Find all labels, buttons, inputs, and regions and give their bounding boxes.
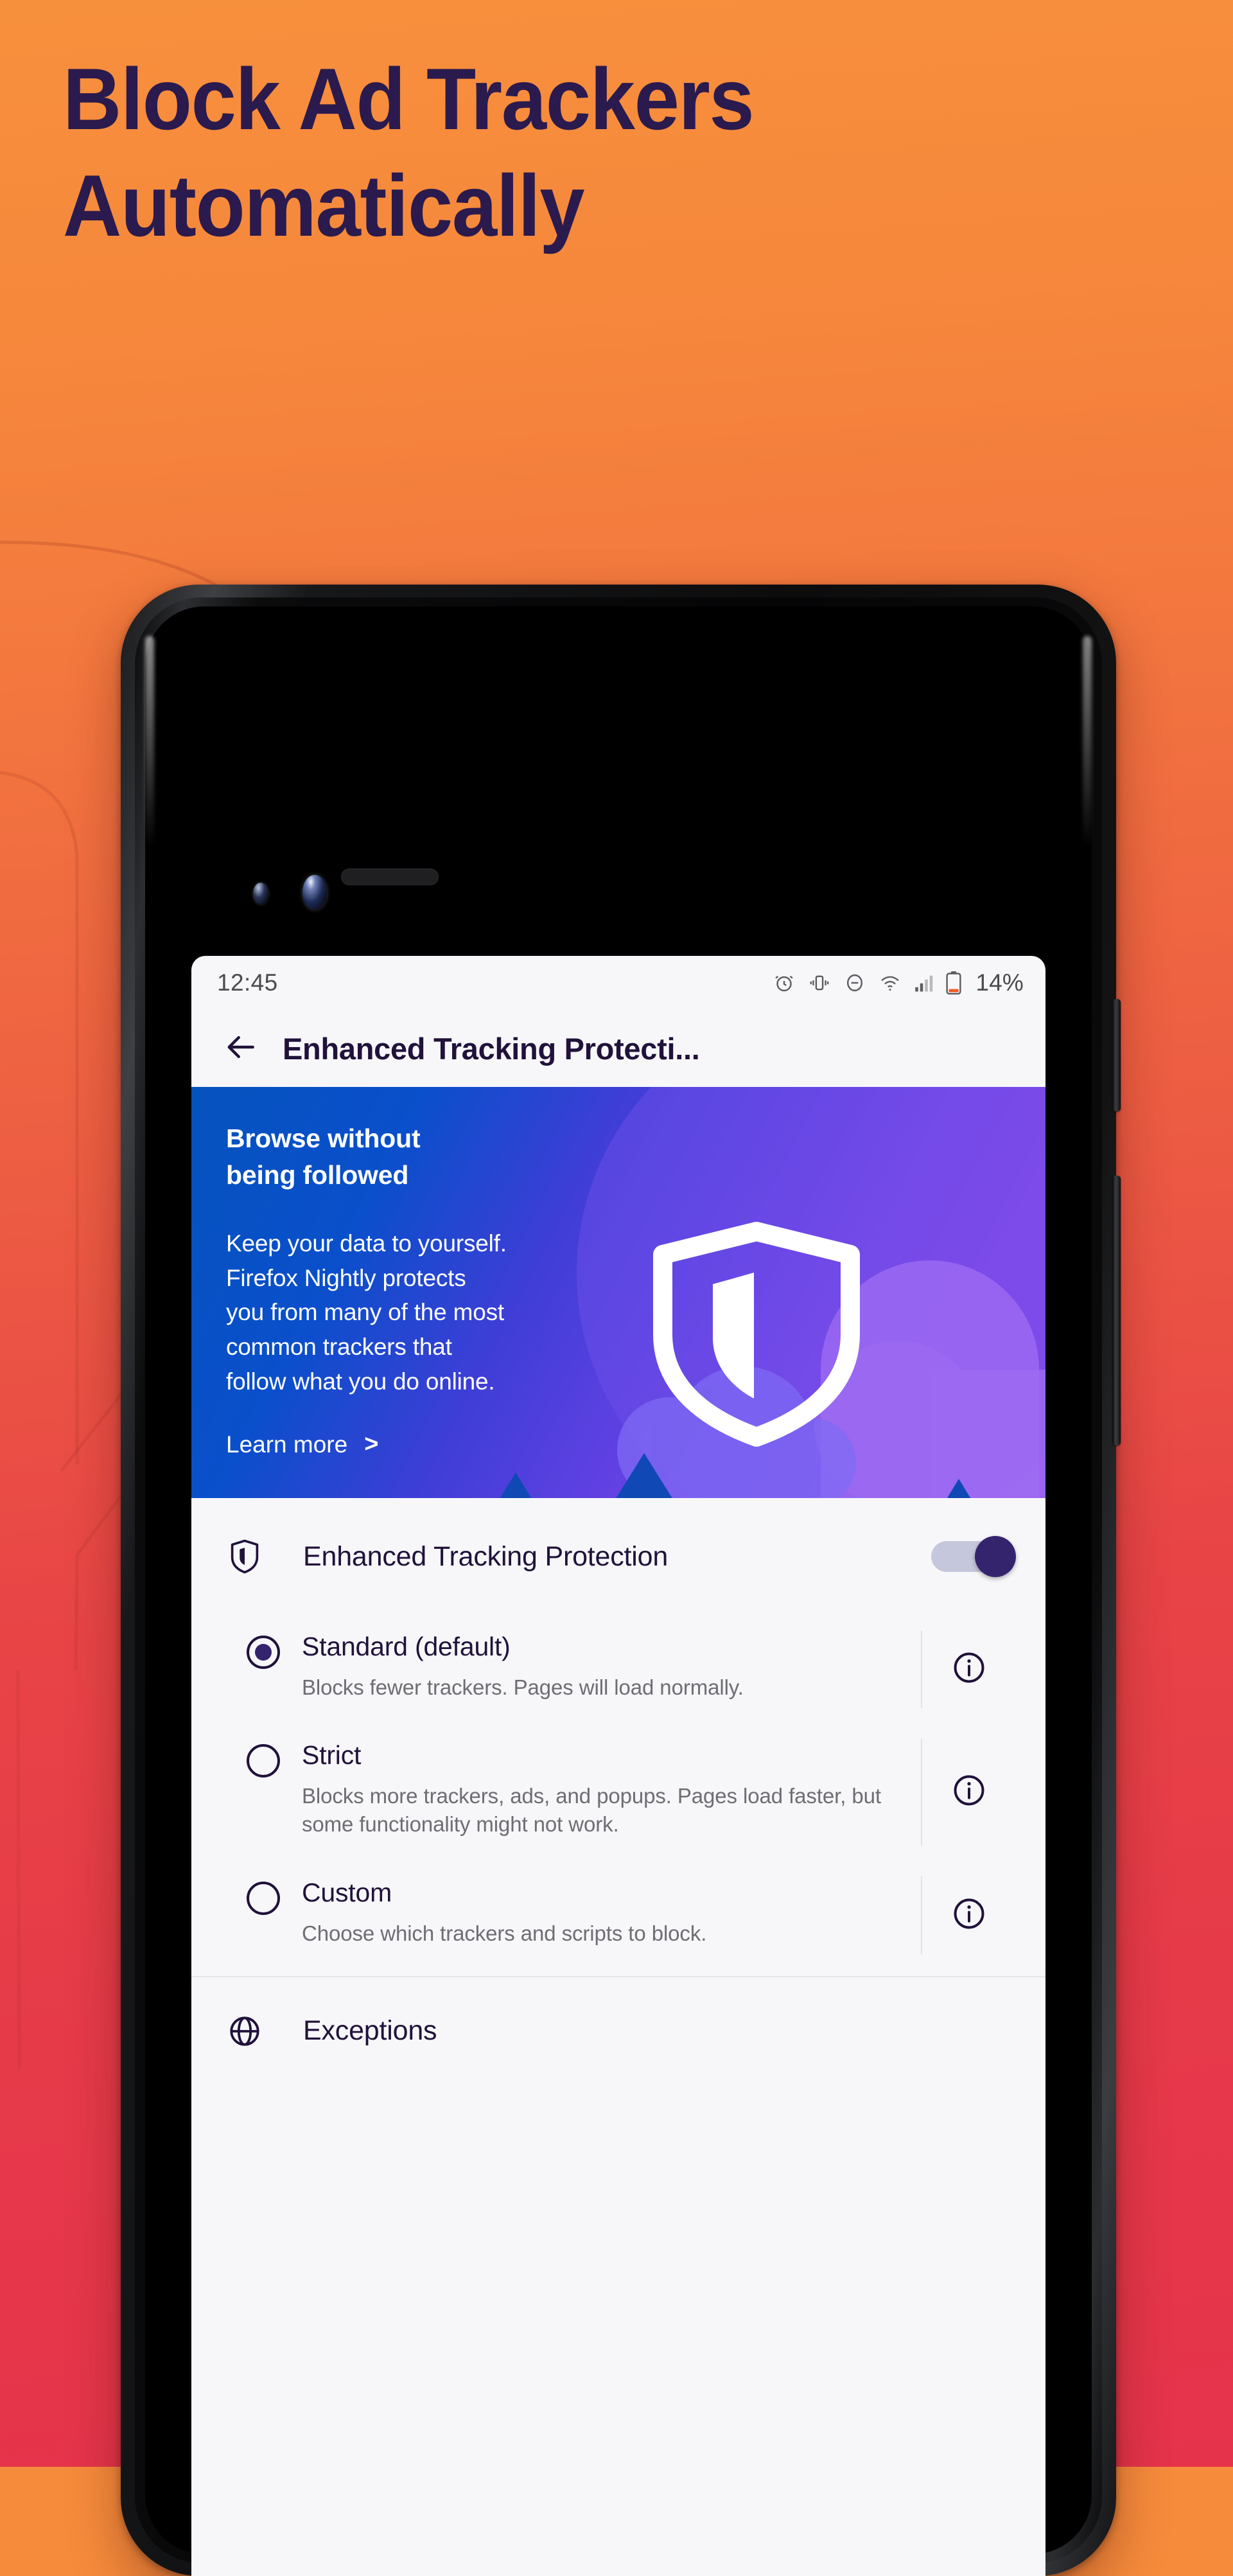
- option-custom-desc: Choose which trackers and scripts to blo…: [302, 1921, 707, 1945]
- headline-line-2: Automatically: [63, 156, 585, 254]
- option-standard-title: Standard (default): [302, 1632, 511, 1661]
- onboarding-banner[interactable]: Browse without being followed Keep your …: [191, 1087, 1045, 1498]
- cellular-signal-icon: [914, 971, 933, 994]
- info-button-standard[interactable]: [922, 1615, 1016, 1724]
- banner-body: Keep your data to yourself. Firefox Nigh…: [226, 1226, 615, 1398]
- battery-percent-label: 14%: [975, 969, 1024, 996]
- toggle-thumb: [975, 1536, 1016, 1577]
- info-icon: [951, 1896, 987, 1935]
- radio-strict[interactable]: [247, 1744, 280, 1778]
- banner-title-line-2: being followed: [226, 1160, 409, 1190]
- app-bar: Enhanced Tracking Protecti...: [191, 1010, 1045, 1087]
- front-camera-secondary-icon: [253, 883, 268, 904]
- alarm-icon: [773, 971, 796, 994]
- battery-icon: [945, 971, 962, 995]
- radio-standard[interactable]: [247, 1636, 280, 1669]
- exceptions-row[interactable]: Exceptions: [191, 1977, 1045, 2085]
- option-strict-title: Strict: [302, 1740, 362, 1770]
- status-bar: 12:45 14%: [191, 956, 1045, 1010]
- front-camera-primary-icon: [302, 875, 327, 910]
- banner-text-block: Browse without being followed Keep your …: [191, 1087, 615, 1458]
- volume-rocker-button[interactable]: [1112, 1176, 1121, 1445]
- banner-body-line-1: Keep your data to yourself.: [226, 1230, 507, 1257]
- phone-mockup: 12:45 14% Enhanced Tracking Protecti... …: [121, 585, 1121, 2576]
- banner-body-line-3: you from many of the most: [226, 1299, 505, 1326]
- option-standard-texts: Standard (default) Blocks fewer trackers…: [302, 1632, 758, 1702]
- status-bar-icons: 14%: [773, 969, 1024, 996]
- headline-line-1: Block Ad Trackers: [63, 50, 755, 148]
- etp-master-row[interactable]: Enhanced Tracking Protection: [191, 1498, 1045, 1615]
- option-standard-main[interactable]: Standard (default) Blocks fewer trackers…: [247, 1615, 921, 1724]
- do-not-disturb-icon: [843, 971, 866, 994]
- chevron-right-icon: >: [364, 1431, 379, 1458]
- option-standard-desc: Blocks fewer trackers. Pages will load n…: [302, 1675, 744, 1699]
- banner-body-line-5: follow what you do online.: [226, 1368, 495, 1395]
- page-title: Enhanced Tracking Protecti...: [283, 1031, 700, 1066]
- option-row-standard[interactable]: Standard (default) Blocks fewer trackers…: [191, 1615, 1045, 1724]
- option-custom-texts: Custom Choose which trackers and scripts…: [302, 1878, 721, 1948]
- option-strict-main[interactable]: Strict Blocks more trackers, ads, and po…: [247, 1724, 921, 1860]
- learn-more-link[interactable]: Learn more >: [226, 1431, 378, 1458]
- wifi-icon: [879, 971, 902, 994]
- exceptions-label: Exceptions: [303, 2015, 437, 2047]
- status-bar-clock: 12:45: [217, 969, 278, 996]
- option-row-custom[interactable]: Custom Choose which trackers and scripts…: [191, 1860, 1045, 1970]
- info-button-custom[interactable]: [922, 1861, 1016, 1970]
- power-button[interactable]: [1112, 999, 1121, 1111]
- vibrate-icon: [808, 971, 831, 994]
- info-icon: [951, 1772, 987, 1812]
- shield-icon: [223, 1539, 266, 1575]
- promo-headline: Block Ad Trackers Automatically: [63, 46, 995, 260]
- learn-more-label: Learn more: [226, 1431, 348, 1458]
- option-row-strict[interactable]: Strict Blocks more trackers, ads, and po…: [191, 1724, 1045, 1861]
- banner-body-line-2: Firefox Nightly protects: [226, 1264, 466, 1291]
- info-icon: [951, 1650, 987, 1689]
- globe-icon: [223, 2014, 266, 2049]
- back-button[interactable]: [213, 1021, 268, 1076]
- earpiece-speaker: [341, 869, 439, 885]
- back-arrow-icon: [223, 1029, 259, 1068]
- phone-screen: 12:45 14% Enhanced Tracking Protecti... …: [191, 956, 1045, 2576]
- banner-title: Browse without being followed: [226, 1120, 615, 1193]
- option-strict-texts: Strict Blocks more trackers, ads, and po…: [302, 1740, 921, 1839]
- option-custom-title: Custom: [302, 1877, 392, 1907]
- banner-body-line-4: common trackers that: [226, 1334, 452, 1361]
- etp-toggle-switch[interactable]: [931, 1536, 1016, 1577]
- info-button-strict[interactable]: [922, 1724, 1016, 1860]
- option-strict-desc: Blocks more trackers, ads, and popups. P…: [302, 1784, 881, 1837]
- etp-label: Enhanced Tracking Protection: [303, 1540, 669, 1572]
- banner-title-line-1: Browse without: [226, 1124, 421, 1153]
- option-custom-main[interactable]: Custom Choose which trackers and scripts…: [247, 1861, 921, 1970]
- radio-custom[interactable]: [247, 1881, 280, 1915]
